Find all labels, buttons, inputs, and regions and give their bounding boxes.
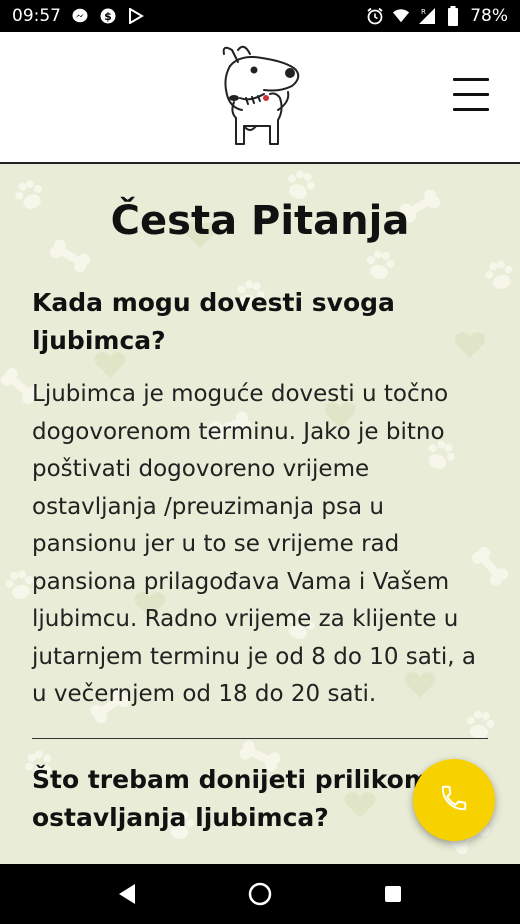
shield-dollar-icon: $ [99,7,117,25]
phone-icon [439,783,469,817]
battery-icon [444,6,462,26]
play-store-icon [127,7,145,25]
faq-question[interactable]: Kada mogu dovesti svoga ljubimca? [32,284,488,360]
faq-answer: Ljubimca je moguće dovesti u točno dogov… [32,381,476,707]
status-time: 09:57 [12,6,61,26]
faq-divider [32,737,488,739]
dog-logo-icon[interactable] [210,40,310,152]
hamburger-menu-icon[interactable] [453,78,489,114]
battery-percent: 78% [470,6,508,26]
back-triangle-icon [118,884,135,904]
wifi-icon [392,7,410,25]
svg-text:R: R [421,8,426,16]
recents-square-icon [385,886,402,902]
home-button[interactable] [240,874,280,914]
call-button[interactable] [413,759,495,841]
signal-icon: R [418,7,436,25]
status-bar: 09:57 $ R 78% [0,0,520,32]
back-button[interactable] [107,874,147,914]
faq-question[interactable]: Što trebam donijeti prilikom ostavljanja… [32,761,432,837]
page-title: Česta Pitanja [110,198,410,244]
site-header [0,32,520,164]
messenger-icon [71,7,89,25]
faq-content: Česta Pitanja Kada mogu dovesti svoga lj… [0,166,520,864]
system-nav-bar [0,864,520,924]
home-circle-icon [248,882,272,906]
alarm-icon [366,7,384,25]
svg-text:$: $ [104,10,112,23]
recents-button[interactable] [373,874,413,914]
